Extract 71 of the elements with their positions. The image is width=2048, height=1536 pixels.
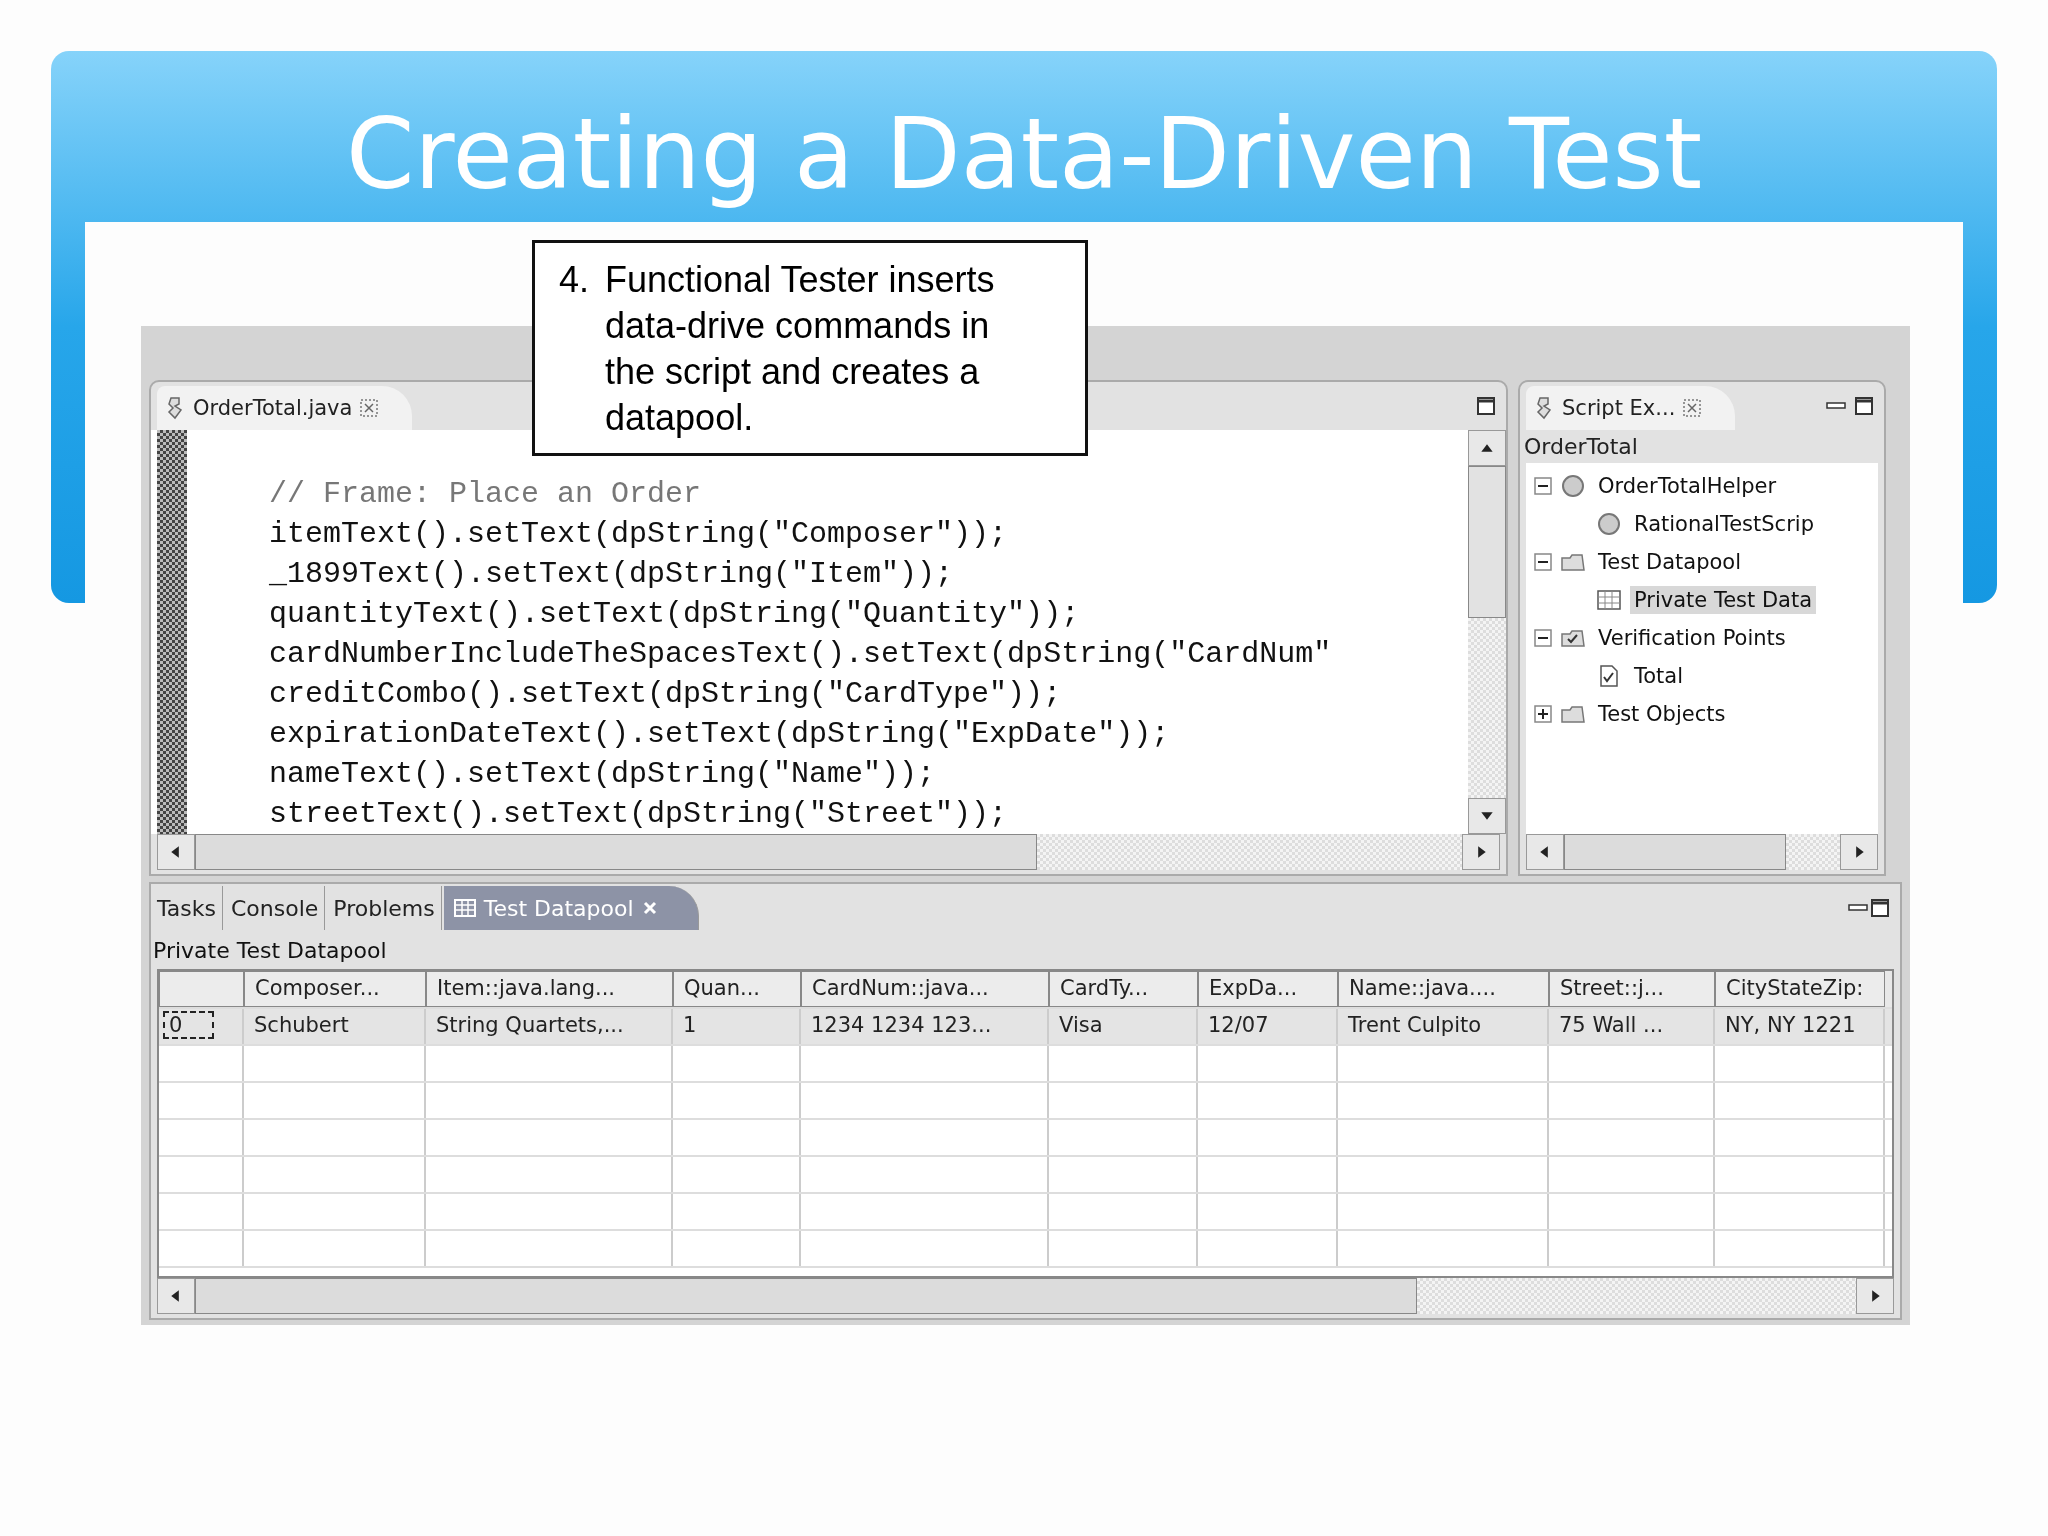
code-line: creditCombo().setText(dpString("CardType"));	[269, 676, 1063, 713]
tree-item[interactable]: Private Test Data	[1630, 586, 1817, 614]
table-cell: 75 Wall ...	[1549, 1009, 1715, 1044]
close-icon[interactable]	[360, 399, 379, 417]
column-header[interactable]: CityStateZip:	[1715, 971, 1885, 1007]
tree-item[interactable]: Test Datapool	[1594, 548, 1746, 576]
column-header[interactable]: Composer...	[244, 971, 426, 1007]
code-line: cardNumberIncludeTheSpacesText().setText(dpString("CardNum"	[269, 636, 1333, 673]
script-icon	[165, 396, 185, 420]
minimize-icon[interactable]	[1826, 401, 1846, 411]
callout-text: Functional Tester inserts data-drive commands in the script and creates a datapool.	[605, 258, 996, 440]
column-header[interactable]: Quan...	[673, 971, 801, 1007]
table-icon	[1596, 588, 1622, 612]
table-cell: NY, NY 1221	[1715, 1009, 1885, 1044]
collapse-icon[interactable]	[1534, 629, 1552, 647]
close-icon[interactable]	[641, 900, 658, 916]
view-tab[interactable]: Problems	[327, 886, 442, 930]
code-line: itemText().setText(dpString("Composer"));	[269, 516, 1009, 553]
script-icon	[1534, 396, 1554, 420]
code-line: nameText().setText(dpString("Name"));	[269, 756, 937, 793]
step-number: 4.	[559, 258, 590, 302]
table-cell: Schubert	[244, 1009, 426, 1044]
expand-icon[interactable]	[1534, 705, 1552, 723]
table-cell: 1234 1234 123...	[801, 1009, 1049, 1044]
column-header[interactable]: CardTy...	[1049, 971, 1198, 1007]
code-line: expirationDateText().setText(dpString("ExpDate"));	[269, 716, 1171, 753]
column-header[interactable]: ExpDa...	[1198, 971, 1338, 1007]
scroll-thumb[interactable]	[195, 834, 1037, 870]
column-header[interactable]: Item::java.lang...	[426, 971, 673, 1007]
row-index[interactable]: 0	[163, 1011, 215, 1039]
table-cell: Visa	[1049, 1009, 1198, 1044]
tree-item[interactable]: OrderTotalHelper	[1594, 472, 1781, 500]
view-tab[interactable]: Console	[224, 886, 326, 930]
scroll-thumb[interactable]	[1564, 834, 1786, 870]
explorer-tab[interactable]: Script Ex...	[1526, 386, 1736, 430]
tree-item[interactable]: Test Objects	[1594, 700, 1730, 728]
close-icon[interactable]	[1683, 399, 1702, 417]
slide-title: Creating a Data-Driven Test	[344, 96, 1704, 213]
tree-item[interactable]: Total	[1630, 662, 1688, 690]
table-cell: String Quartets,...	[426, 1009, 673, 1044]
script-name: OrderTotal	[1523, 433, 1639, 461]
horizontal-scrollbar[interactable]	[1526, 834, 1878, 870]
minimize-icon[interactable]	[1848, 903, 1868, 913]
maximize-icon[interactable]	[1854, 396, 1874, 416]
horizontal-scrollbar[interactable]	[157, 834, 1500, 870]
class-icon	[1560, 474, 1586, 498]
tree-item[interactable]: RationalTestScrip	[1630, 510, 1818, 538]
view-tab[interactable]: Tasks	[151, 886, 223, 930]
table-cell: 12/07	[1198, 1009, 1338, 1044]
class-icon	[1596, 512, 1622, 536]
table-cell: 1	[673, 1009, 801, 1044]
maximize-icon[interactable]	[1870, 898, 1890, 918]
column-header[interactable]: Name::java....	[1338, 971, 1549, 1007]
code-line: // Frame: Place an Order	[269, 476, 703, 513]
datapool-title: Private Test Datapool	[152, 937, 388, 965]
code-line: _1899Text().setText(dpString("Item"));	[269, 556, 955, 593]
horizontal-scrollbar[interactable]	[157, 1278, 1894, 1314]
maximize-icon[interactable]	[1476, 396, 1496, 416]
column-header[interactable]: Street::j...	[1549, 971, 1715, 1007]
column-header[interactable]: CardNum::java...	[801, 971, 1049, 1007]
vertical-scrollbar[interactable]	[1468, 430, 1506, 834]
tree-item[interactable]: Verification Points	[1594, 624, 1790, 652]
table-cell: Trent Culpito	[1338, 1009, 1549, 1044]
scroll-thumb[interactable]	[1468, 466, 1506, 618]
code-line: streetText().setText(dpString("Street"));	[269, 796, 1009, 833]
table-icon	[453, 899, 476, 917]
scroll-thumb[interactable]	[195, 1278, 1417, 1314]
code-line: quantityText().setText(dpString("Quantity"));	[269, 596, 1081, 633]
collapse-icon[interactable]	[1534, 477, 1552, 495]
collapse-icon[interactable]	[1534, 553, 1552, 571]
editor-tab[interactable]: OrderTotal.java	[157, 386, 413, 430]
